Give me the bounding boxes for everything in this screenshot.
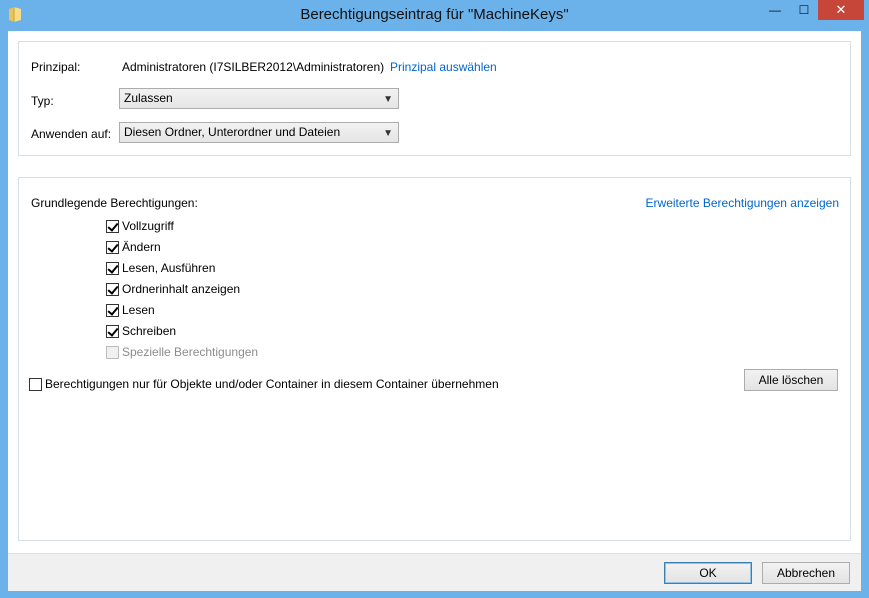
permissions-group: Grundlegende Berechtigungen: Erweiterte … bbox=[18, 177, 851, 541]
dialog-footer: OK Abbrechen bbox=[8, 553, 861, 591]
permission-checkbox[interactable] bbox=[106, 220, 119, 233]
permission-label: Ändern bbox=[122, 240, 161, 254]
maximize-button[interactable]: ☐ bbox=[788, 0, 820, 20]
permission-checkbox[interactable] bbox=[106, 283, 119, 296]
permission-checkbox[interactable] bbox=[106, 241, 119, 254]
dialog-window: Berechtigungseintrag für "MachineKeys" —… bbox=[0, 0, 869, 598]
chevron-down-icon: ▼ bbox=[383, 128, 393, 139]
apply-to-label: Anwenden auf: bbox=[31, 127, 112, 141]
permission-label: Lesen, Ausführen bbox=[122, 261, 216, 275]
permission-checkbox bbox=[106, 346, 119, 359]
advanced-permissions-link[interactable]: Erweiterte Berechtigungen anzeigen bbox=[646, 196, 839, 210]
cancel-button[interactable]: Abbrechen bbox=[762, 562, 850, 584]
permission-checkbox[interactable] bbox=[106, 325, 119, 338]
ok-button[interactable]: OK bbox=[664, 562, 752, 584]
type-select-value: Zulassen bbox=[124, 91, 173, 105]
type-label: Typ: bbox=[31, 94, 54, 108]
close-button[interactable]: ✕ bbox=[818, 0, 864, 20]
principal-label: Prinzipal: bbox=[31, 60, 81, 74]
apply-to-select-value: Diesen Ordner, Unterordner und Dateien bbox=[124, 125, 341, 139]
chevron-down-icon: ▼ bbox=[383, 94, 393, 105]
window-title: Berechtigungseintrag für "MachineKeys" bbox=[300, 6, 569, 23]
principal-group: Prinzipal: Administratoren (I7SILBER2012… bbox=[18, 41, 851, 156]
select-principal-link[interactable]: Prinzipal auswählen bbox=[390, 60, 497, 74]
inherit-checkbox[interactable] bbox=[29, 378, 42, 391]
permission-checkbox[interactable] bbox=[106, 304, 119, 317]
dialog-client: Prinzipal: Administratoren (I7SILBER2012… bbox=[8, 31, 861, 553]
type-select[interactable]: Zulassen ▼ bbox=[119, 88, 399, 109]
permission-label: Schreiben bbox=[122, 324, 177, 338]
permissions-heading: Grundlegende Berechtigungen: bbox=[31, 196, 198, 210]
inherit-label: Berechtigungen nur für Objekte und/oder … bbox=[45, 377, 499, 391]
permission-checkbox[interactable] bbox=[106, 262, 119, 275]
permission-label: Ordnerinhalt anzeigen bbox=[122, 282, 241, 296]
clear-all-button[interactable]: Alle löschen bbox=[744, 369, 838, 391]
permission-label: Lesen bbox=[122, 303, 155, 317]
title-bar[interactable]: Berechtigungseintrag für "MachineKeys" —… bbox=[0, 0, 869, 31]
permission-label: Vollzugriff bbox=[122, 219, 174, 233]
permission-label: Spezielle Berechtigungen bbox=[122, 345, 259, 359]
apply-to-select[interactable]: Diesen Ordner, Unterordner und Dateien ▼ bbox=[119, 122, 399, 143]
minimize-button[interactable]: — bbox=[759, 0, 791, 20]
principal-value: Administratoren (I7SILBER2012\Administra… bbox=[122, 60, 385, 74]
